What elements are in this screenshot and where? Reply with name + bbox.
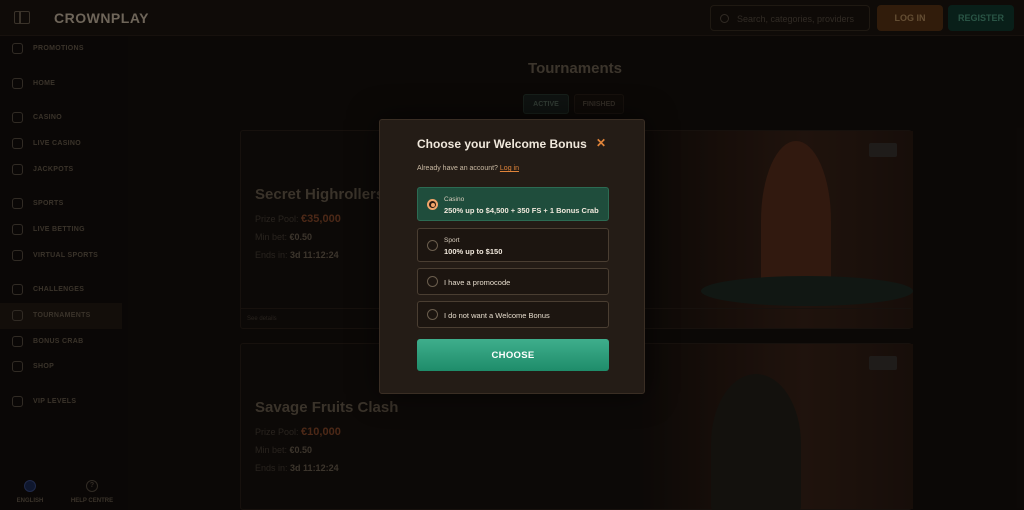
choose-button[interactable]: CHOOSE [417, 339, 609, 371]
radio-selected-icon[interactable] [427, 199, 438, 210]
bonus-option-none[interactable]: I do not want a Welcome Bonus [417, 301, 609, 328]
modal-title: Choose your Welcome Bonus [417, 137, 587, 151]
welcome-bonus-modal: Choose your Welcome Bonus ✕ Already have… [379, 119, 645, 394]
radio-icon[interactable] [427, 240, 438, 251]
account-prompt: Already have an account? Log in [417, 165, 519, 172]
option-description: 100% up to $150 [444, 247, 503, 256]
radio-icon[interactable] [427, 309, 438, 320]
bonus-option-promocode[interactable]: I have a promocode [417, 268, 609, 295]
option-title: Sport [444, 237, 460, 244]
app: CROWNPLAY Search, categories, providers … [0, 0, 1024, 510]
option-description: 250% up to $4,500 + 350 FS + 1 Bonus Cra… [444, 206, 599, 215]
option-title: I have a promocode [444, 278, 511, 287]
bonus-option-casino[interactable]: Casino 250% up to $4,500 + 350 FS + 1 Bo… [417, 187, 609, 221]
option-title: Casino [444, 196, 465, 203]
close-icon[interactable]: ✕ [596, 136, 606, 150]
login-link[interactable]: Log in [500, 165, 519, 172]
account-prompt-text: Already have an account? [417, 165, 498, 172]
radio-icon[interactable] [427, 276, 438, 287]
option-title: I do not want a Welcome Bonus [444, 311, 550, 320]
bonus-option-sport[interactable]: Sport 100% up to $150 [417, 228, 609, 262]
